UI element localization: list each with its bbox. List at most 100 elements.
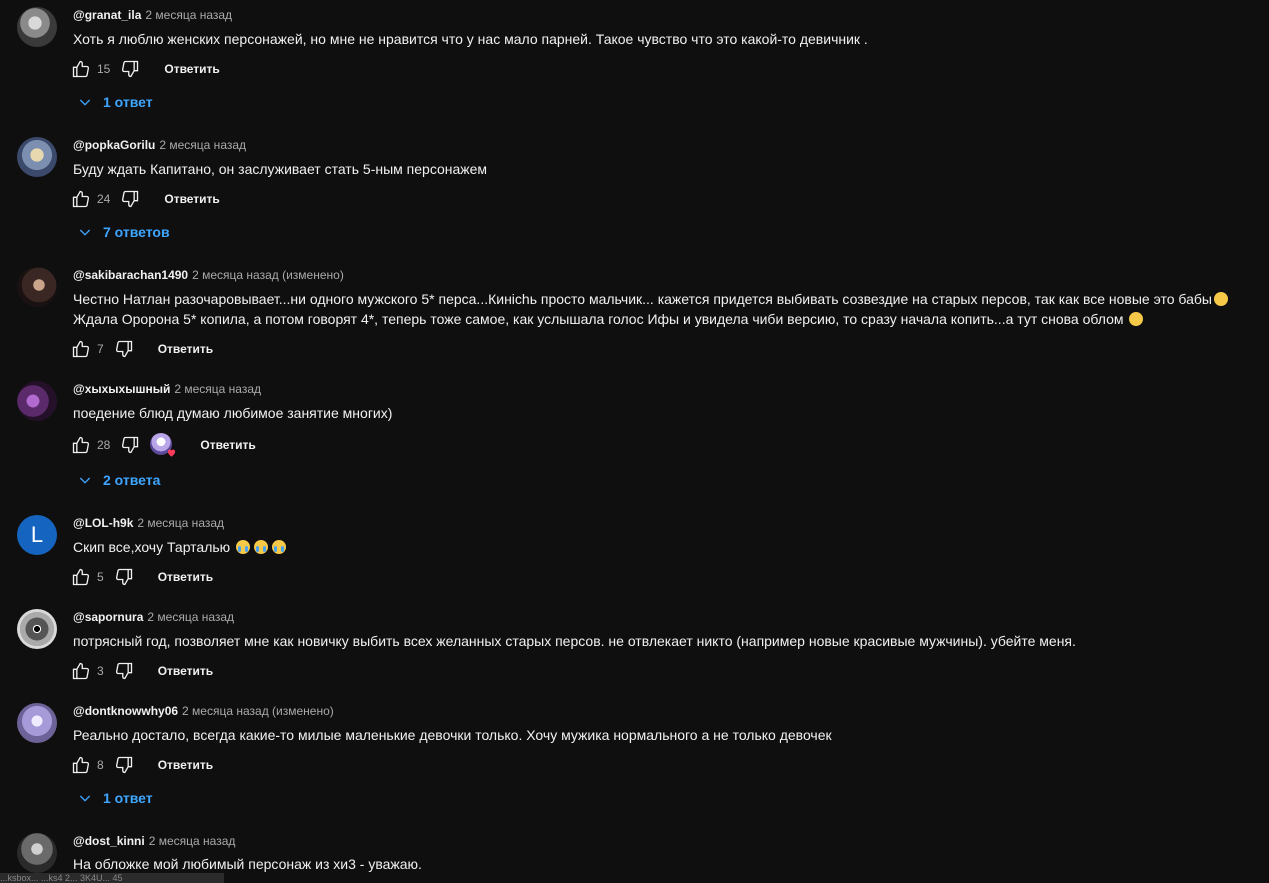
- comment-author[interactable]: @хыхыхышный: [73, 382, 170, 396]
- comment-actions: 7 Ответить: [69, 337, 213, 361]
- comment-text: потрясный год, позволяет мне как новичку…: [73, 633, 1076, 649]
- like-count: 7: [97, 342, 104, 356]
- thumb-up-icon: [72, 568, 90, 586]
- creator-heart-badge: [150, 433, 176, 457]
- reply-button[interactable]: Ответить: [158, 570, 213, 584]
- comment-text-line: Ждала Оророна 5* копила, а потом говорят…: [73, 311, 1124, 327]
- comment-header: @sakibarachan1490 2 месяца назад (изменен…: [73, 267, 344, 283]
- avatar[interactable]: [17, 7, 57, 47]
- dislike-button[interactable]: [112, 337, 136, 361]
- replies-toggle[interactable]: 7 ответов: [73, 220, 170, 244]
- thumb-down-icon: [122, 190, 139, 208]
- thumb-down-icon: [115, 568, 132, 586]
- dislike-button[interactable]: [112, 753, 136, 777]
- reply-button[interactable]: Ответить: [158, 664, 213, 678]
- like-button[interactable]: [69, 187, 93, 211]
- comment-actions: 15 Ответить: [69, 57, 220, 81]
- comment-author[interactable]: @dost_kinni: [73, 834, 145, 848]
- replies-toggle[interactable]: 2 ответа: [73, 468, 160, 492]
- like-button[interactable]: [69, 753, 93, 777]
- like-count: 28: [97, 438, 111, 452]
- comment-author[interactable]: @sakibarachan1490: [73, 268, 188, 282]
- comment-text: Хоть я люблю женских персонажей, но мне …: [73, 31, 868, 47]
- comment-author[interactable]: @popkaGorilu: [73, 138, 155, 152]
- comment-time[interactable]: 2 месяца назад (изменено): [192, 268, 344, 282]
- reply-button[interactable]: Ответить: [164, 192, 219, 206]
- comment-time[interactable]: 2 месяца назад (изменено): [182, 704, 334, 718]
- comment-author[interactable]: @LOL-h9k: [73, 516, 133, 530]
- avatar[interactable]: [17, 609, 57, 649]
- thumb-down-icon: [115, 662, 132, 680]
- comment-author[interactable]: @sapornura: [73, 610, 143, 624]
- replies-count: 2 ответа: [103, 472, 161, 488]
- like-button[interactable]: [69, 337, 93, 361]
- replies-toggle[interactable]: 1 ответ: [73, 90, 153, 114]
- like-button[interactable]: [69, 433, 93, 457]
- chevron-down-icon: [73, 90, 97, 114]
- comment-header: @dost_kinni 2 месяца назад: [73, 833, 235, 849]
- comment-text-line: Честно Натлан разочаровывает...ни одного…: [73, 291, 1212, 307]
- dislike-button[interactable]: [112, 565, 136, 589]
- avatar[interactable]: [17, 137, 57, 177]
- comment-author[interactable]: @granat_ila: [73, 8, 141, 22]
- thumb-up-icon: [72, 436, 90, 454]
- chevron-down-icon: [73, 468, 97, 492]
- avatar[interactable]: [17, 833, 57, 873]
- dislike-button[interactable]: [118, 187, 142, 211]
- comment-actions: 24 Ответить: [69, 187, 220, 211]
- like-count: 3: [97, 664, 104, 678]
- thumb-down-icon: [115, 756, 132, 774]
- comment-time[interactable]: 2 месяца назад: [159, 138, 246, 152]
- comment-text: поедение блюд думаю любимое занятие мног…: [73, 405, 393, 421]
- reply-button[interactable]: Ответить: [164, 62, 219, 76]
- like-button[interactable]: [69, 565, 93, 589]
- avatar[interactable]: [17, 381, 57, 421]
- replies-count: 1 ответ: [103, 790, 153, 806]
- thumb-up-icon: [72, 662, 90, 680]
- comment-time[interactable]: 2 месяца назад: [174, 382, 261, 396]
- comment-time[interactable]: 2 месяца назад: [147, 610, 234, 624]
- reply-button[interactable]: Ответить: [158, 342, 213, 356]
- like-count: 5: [97, 570, 104, 584]
- comment-header: @popkaGorilu 2 месяца назад: [73, 137, 246, 153]
- crying-emoji-icon: [254, 540, 269, 554]
- comment-actions: 3 Ответить: [69, 659, 213, 683]
- comment-text: Скип все,хочу Тарталью: [73, 537, 288, 557]
- comment-text: На обложке мой любимый персонаж из хи3 -…: [73, 856, 422, 872]
- heart-icon: [168, 449, 176, 457]
- crying-emoji-icon: [236, 540, 251, 554]
- reply-button[interactable]: Ответить: [158, 758, 213, 772]
- comment-text-line: Скип все,хочу Тарталью: [73, 539, 231, 555]
- like-button[interactable]: [69, 57, 93, 81]
- dislike-button[interactable]: [112, 659, 136, 683]
- dislike-button[interactable]: [118, 433, 142, 457]
- comment-author[interactable]: @dontknowwhy06: [73, 704, 178, 718]
- replies-count: 7 ответов: [103, 224, 170, 240]
- avatar[interactable]: [17, 703, 57, 743]
- like-count: 8: [97, 758, 104, 772]
- crying-emoji-icon: [272, 540, 287, 554]
- thinking-emoji-icon: [1213, 292, 1228, 306]
- reply-button[interactable]: Ответить: [200, 438, 255, 452]
- thumb-up-icon: [72, 756, 90, 774]
- comment-header: @dontknowwhy06 2 месяца назад (изменено): [73, 703, 334, 719]
- dislike-button[interactable]: [118, 57, 142, 81]
- comment-header: @LOL-h9k 2 месяца назад: [73, 515, 224, 531]
- thumb-down-icon: [122, 60, 139, 78]
- thumb-down-icon: [122, 436, 139, 454]
- chevron-down-icon: [73, 220, 97, 244]
- replies-count: 1 ответ: [103, 94, 153, 110]
- comment-time[interactable]: 2 месяца назад: [137, 516, 224, 530]
- comment-text: Честно Натлан разочаровывает...ни одного…: [73, 289, 1230, 329]
- status-url-overlay: ...ksbox... ...ks4 2... 3K4U... 45: [0, 873, 224, 883]
- replies-toggle[interactable]: 1 ответ: [73, 786, 153, 810]
- avatar[interactable]: L: [17, 515, 57, 555]
- avatar[interactable]: [17, 267, 57, 307]
- comment-time[interactable]: 2 месяца назад: [145, 8, 232, 22]
- comment-header: @хыхыхышный 2 месяца назад: [73, 381, 261, 397]
- comment-actions: 28 Ответить: [69, 433, 256, 457]
- comment-time[interactable]: 2 месяца назад: [149, 834, 236, 848]
- like-button[interactable]: [69, 659, 93, 683]
- comment-actions: 5 Ответить: [69, 565, 213, 589]
- thumb-up-icon: [72, 190, 90, 208]
